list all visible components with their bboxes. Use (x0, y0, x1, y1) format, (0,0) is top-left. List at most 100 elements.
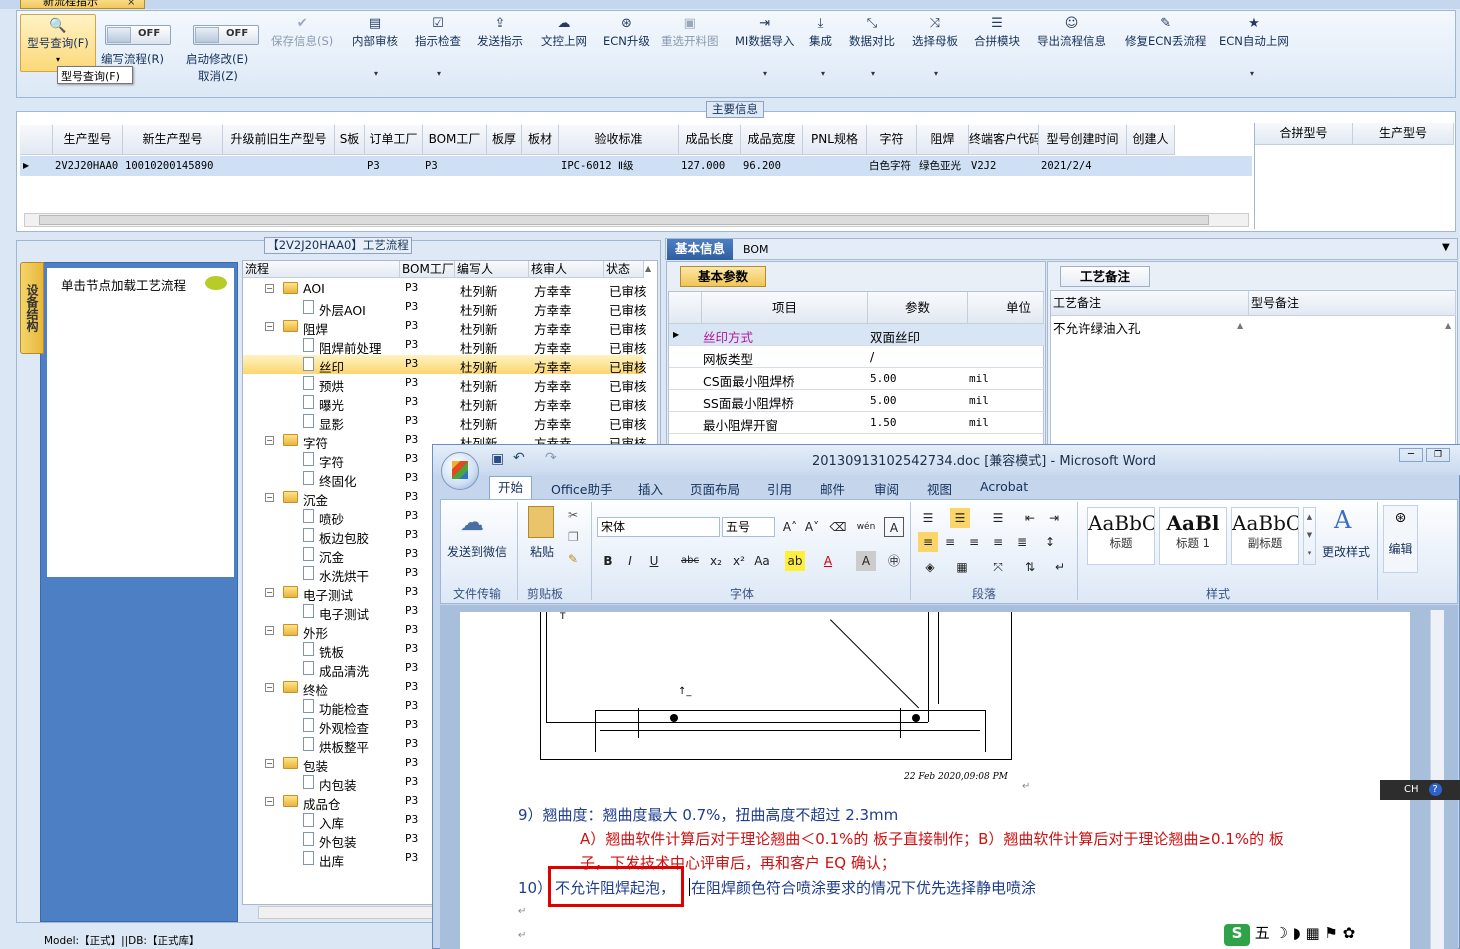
main-col-header[interactable]: 成品长度 (679, 125, 741, 155)
tab-review[interactable]: 审阅 (874, 479, 899, 498)
tab-page-layout[interactable]: 页面布局 (690, 479, 740, 498)
param-row[interactable]: ▶ 丝印方式 双面丝印 (669, 324, 1045, 346)
highlight-icon[interactable]: ab (785, 551, 805, 571)
model-query-button[interactable]: 🔍 型号查询(F) ▾ (20, 14, 96, 72)
main-cell[interactable]: 绿色亚光 (919, 156, 969, 176)
main-cell[interactable]: 127.000 (681, 156, 741, 176)
param-value[interactable]: 5.00 (870, 372, 897, 385)
main-col-header[interactable]: 新生产型号 (123, 125, 223, 155)
line-spacing-icon[interactable]: ↕ (1040, 532, 1060, 552)
chinese-layout-icon[interactable]: ⤧ (988, 557, 1008, 577)
main-col-header[interactable]: 成品宽度 (741, 125, 803, 155)
ecn-upgrade-button[interactable]: ⊛ ECN升级 (603, 15, 650, 49)
tree-col-header[interactable]: 编写人 (455, 261, 529, 278)
send-instruction-button[interactable]: ⇪ 发送指示 (477, 15, 523, 49)
main-col-header[interactable]: 升级前旧生产型号 (223, 125, 335, 155)
main-cell[interactable]: 2V2J20HAA0 (55, 156, 123, 176)
chevron-down-icon[interactable]: ▾ (934, 69, 938, 78)
fix-ecn-lost-flow-button[interactable]: ✎ 修复ECN丢流程 (1125, 15, 1206, 49)
tab-bom[interactable]: BOM (743, 243, 769, 256)
send-to-wechat-button[interactable]: 发送到微信 (447, 543, 507, 560)
main-cell[interactable]: 96.200 (743, 156, 803, 176)
chevron-down-icon[interactable]: ▾ (437, 69, 441, 78)
main-cell[interactable] (337, 156, 365, 176)
main-col-header[interactable]: S板 (335, 125, 365, 155)
data-compare-button[interactable]: ⤡ 数据对比 (849, 15, 895, 49)
copy-icon[interactable]: ❐ (568, 530, 579, 544)
chevron-down-icon[interactable]: ▾ (763, 69, 767, 78)
font-size-select[interactable]: 五号 (722, 517, 775, 537)
subscript-icon[interactable]: x₂ (706, 551, 726, 571)
restore-button[interactable]: ❐ (1426, 448, 1450, 462)
enclose-char-icon[interactable]: ㊥ (884, 551, 904, 571)
chevron-down-icon[interactable]: ▾ (374, 69, 378, 78)
main-cell[interactable]: P3 (367, 156, 423, 176)
ime-toolbar[interactable]: S 五 ☽ ◗ ▦ ⚑ ✿ (1224, 922, 1386, 946)
tab-process-note[interactable]: 工艺备注 (1060, 266, 1150, 287)
increase-indent-icon[interactable]: ⇥ (1044, 508, 1064, 528)
collapse-icon[interactable]: − (265, 759, 274, 768)
main-cell[interactable] (225, 156, 335, 176)
main-col-header[interactable]: 生产型号 (53, 125, 123, 155)
change-case-icon[interactable]: Aa (752, 551, 772, 571)
main-grid-scrollbar[interactable] (24, 213, 1249, 227)
ime-indicator[interactable]: CH? (1380, 780, 1460, 800)
change-styles-button[interactable]: 更改样式 (1322, 543, 1370, 560)
tree-row[interactable]: 显影 P3 杜列新 方幸幸 已审核 (243, 412, 647, 432)
main-info-row[interactable]: ▶ 2V2J20HAA0 10010200145890 P3 P3 IPC-6012 Ⅱ… (20, 156, 1252, 176)
shading-icon[interactable]: ◈ (920, 557, 940, 577)
clear-format-icon[interactable]: ⌫ (828, 517, 848, 537)
main-cell[interactable]: 2021/2/4 (1041, 156, 1127, 176)
tree-row[interactable]: − AOI P3 杜列新 方幸幸 已审核 (243, 279, 647, 299)
merge-module-button[interactable]: ☰ 合拼模块 (974, 15, 1020, 49)
start-edit-toggle[interactable]: OFF (193, 25, 259, 45)
main-col-header[interactable]: 创建人 (1127, 125, 1175, 155)
reselect-cutting-map-button[interactable]: ▣ 重选开料图 (661, 15, 719, 49)
tab-references[interactable]: 引用 (767, 479, 792, 498)
mi-data-import-button[interactable]: ⇥ MI数据导入 (735, 15, 794, 49)
main-cell[interactable] (524, 156, 559, 176)
borders-icon[interactable]: ▦ (952, 557, 972, 577)
ecn-auto-online-button[interactable]: ★ ECN自动上网 (1219, 15, 1289, 49)
tree-row[interactable]: 曝光 P3 杜列新 方幸幸 已审核 (243, 393, 647, 413)
collapse-icon[interactable]: − (265, 493, 274, 502)
main-cell[interactable]: IPC-6012 Ⅱ级 (561, 156, 679, 176)
main-col-header[interactable]: BOM工厂 (423, 125, 487, 155)
select-motherboard-button[interactable]: ⤨ 选择母板 (912, 15, 958, 49)
chevron-down-icon[interactable]: ▼ (1442, 242, 1450, 253)
strikethrough-icon[interactable]: abc (680, 551, 700, 571)
font-color-icon[interactable]: A (818, 551, 838, 571)
undo-icon[interactable]: ↶ (513, 450, 525, 466)
tab-insert[interactable]: 插入 (638, 479, 663, 498)
collapse-icon[interactable]: − (265, 797, 274, 806)
equipment-structure-tab[interactable]: 设备结构 (20, 262, 44, 354)
tree-col-header[interactable]: BOM工厂 (400, 261, 455, 278)
tree-col-header[interactable]: 状态 (604, 261, 644, 278)
tree-col-header[interactable]: 流程 (243, 261, 400, 278)
main-col-header[interactable]: 验收标准 (559, 125, 679, 155)
tree-row[interactable]: 阻焊前处理 P3 杜列新 方幸幸 已审核 (243, 336, 647, 356)
paste-icon[interactable] (528, 506, 554, 538)
collapse-icon[interactable]: − (265, 683, 274, 692)
distributed-icon[interactable]: ≣ (1012, 532, 1032, 552)
main-cell[interactable]: 白色字符 (869, 156, 917, 176)
main-cell[interactable] (805, 156, 867, 176)
char-shading-icon[interactable]: A (856, 551, 876, 571)
param-value[interactable]: 1.50 (870, 416, 897, 429)
superscript-icon[interactable]: x² (729, 551, 749, 571)
style-title[interactable]: AaBbC 标题 (1087, 507, 1155, 565)
scroll-up-icon[interactable]: ▲ (1445, 321, 1451, 330)
param-row[interactable]: SS面最小阻焊桥 5.00 mil (669, 390, 1045, 412)
main-cell[interactable]: V2J2 (971, 156, 1039, 176)
main-col-header[interactable]: PNL规格 (803, 125, 867, 155)
instruction-check-button[interactable]: ☑ 指示检查 (415, 15, 461, 49)
param-row[interactable]: CS面最小阻焊桥 5.00 mil (669, 368, 1045, 390)
tree-row[interactable]: 预烘 P3 杜列新 方幸幸 已审核 (243, 374, 647, 394)
main-cell[interactable] (489, 156, 522, 176)
font-name-select[interactable]: 宋体 (597, 517, 720, 537)
style-heading1[interactable]: AaBl 标题 1 (1159, 507, 1227, 565)
collapse-icon[interactable]: − (265, 588, 274, 597)
shrink-font-icon[interactable]: A˅ (802, 517, 822, 537)
minimize-button[interactable]: ─ (1399, 448, 1423, 462)
chat-bubble-icon[interactable] (205, 276, 227, 290)
